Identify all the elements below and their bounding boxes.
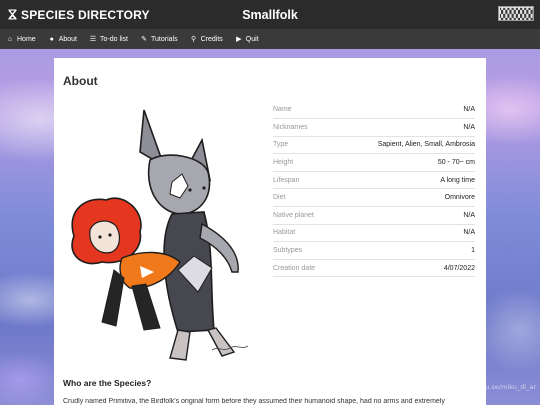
nav-about-label: About [58,35,77,43]
nav-home-label: Home [17,35,36,43]
row-key: Type [273,136,334,155]
row-value: Sapient, Alien, Small, Ambrosia [333,136,475,155]
row-value: 50 - 70~ cm [333,153,475,172]
row-key: Name [273,101,334,120]
wand-icon: ✎ [141,36,147,43]
nav-quit[interactable]: ▶ Quit [235,35,259,44]
list-icon: ☰ [89,36,97,43]
hourglass-icon [8,9,17,20]
search-icon: ⚲ [191,36,197,43]
table-row: Subtypes 1 [273,241,475,260]
nav-quit-label: Quit [245,35,259,43]
table-row: Lifespan A long time [273,171,475,190]
row-value: N/A [333,206,475,225]
table-row: Diet Omnivore [273,188,475,208]
watermark: toyhou.se/miku_dl_ar [466,383,536,391]
row-value: N/A [333,118,475,137]
nav-todo-label: To-do list [99,35,128,43]
species-heading: Who are the Species? [63,378,152,388]
top-bar: SPECIES DIRECTORY Smallfolk ▚▞▚▞▚▞▚▞▚▞▚▞… [0,0,540,29]
row-key: Height [273,153,334,172]
table-row: Habitat N/A [273,224,475,243]
stamp-badge: ▚▞▚▞▚▞▚▞▚▞▚▞▚▞▚▞▚▞▚▞ ▞▚▞▚▞▚▞▚▞▚▞▚▞▚▞▚▞▚ … [498,6,534,21]
brand-label: SPECIES DIRECTORY [21,7,150,22]
nav-home[interactable]: ⌂ Home [6,36,36,43]
row-key: Lifespan [273,171,334,190]
nav-about[interactable]: ● About [48,36,77,43]
table-row: Native planet N/A [273,206,475,225]
table-row: Creation date 4/07/2022 [273,259,475,278]
home-icon: ⌂ [7,35,13,43]
row-value: N/A [333,224,475,243]
table-row: Type Sapient, Alien, Small, Ambrosia [273,136,475,155]
row-value: N/A [333,101,475,120]
row-value: 1 [333,241,475,260]
info-icon: ● [49,35,54,43]
row-value: A long time [333,171,475,190]
nav-bar: ⌂ Home ● About ☰ To-do list ✎ Tutorials … [0,29,540,49]
nav-tutorials-label: Tutorials [151,35,178,43]
row-key: Subtypes [273,241,334,260]
table-row: Name N/A [273,101,475,120]
about-heading: About [63,74,98,88]
nav-credits-label: Credits [200,35,223,43]
row-key: Habitat [273,224,334,243]
info-table: Name N/A Nicknames N/A Type Sapient, Ali… [273,101,475,278]
species-description: Crudly named Primitiva, the Birdfolk's o… [63,398,445,405]
row-key: Native planet [273,206,334,225]
species-artwork [71,109,249,361]
table-row: Nicknames N/A [273,118,475,137]
nav-todo[interactable]: ☰ To-do list [89,35,128,44]
about-card: About Name N/A Nicknames N/A Type Sapien… [54,58,486,405]
brand[interactable]: SPECIES DIRECTORY [0,8,150,22]
row-value: Omnivore [333,188,475,208]
row-key: Diet [273,188,334,208]
play-icon: ▶ [236,36,242,43]
nav-credits[interactable]: ⚲ Credits [190,35,223,44]
row-value: 4/07/2022 [333,259,475,278]
nav-tutorials[interactable]: ✎ Tutorials [140,35,178,44]
row-key: Nicknames [273,118,334,137]
table-row: Height 50 - 70~ cm [273,153,475,172]
row-key: Creation date [273,259,334,278]
